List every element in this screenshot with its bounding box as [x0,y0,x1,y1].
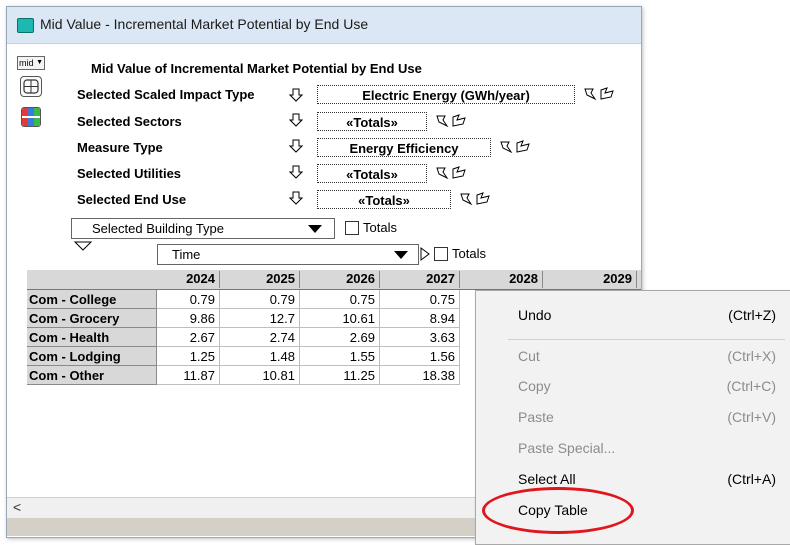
measure-type-label: Measure Type [77,140,163,155]
window-title: Mid Value - Incremental Market Potential… [40,16,369,32]
menu-item-paste-special[interactable]: Paste Special... [518,440,615,456]
context-menu: Undo (Ctrl+Z) Cut (Ctrl+X) Copy (Ctrl+C)… [475,290,790,545]
table-cell[interactable]: 0.75 [300,290,380,309]
chevron-down-icon: ▼ [36,59,43,66]
time-totals-checkbox[interactable] [434,247,448,261]
app-icon [17,18,34,33]
menu-item-undo[interactable]: Undo [518,307,551,323]
column-header[interactable]: 2025 [220,271,300,288]
mid-selector-value: mid [19,58,34,68]
utilities-value[interactable]: «Totals» [317,164,427,183]
column-header[interactable]: 2024 [157,271,220,288]
shortcut-paste: (Ctrl+V) [727,409,776,425]
end-use-value[interactable]: «Totals» [317,190,451,209]
table-view-icon[interactable] [20,76,42,97]
table-cell[interactable]: 2.67 [157,328,220,347]
building-type-select[interactable]: Selected Building Type [71,218,335,239]
menu-item-copy[interactable]: Copy [518,378,551,394]
mid-selector[interactable]: mid ▼ [17,56,45,70]
sectors-value[interactable]: «Totals» [317,112,427,131]
table-cell[interactable]: 1.55 [300,347,380,366]
table-cell[interactable]: 18.38 [380,366,460,385]
table-cell[interactable]: 8.94 [380,309,460,328]
flag-icons[interactable] [435,114,467,128]
column-header[interactable]: 2027 [380,271,460,288]
table-cell[interactable]: 0.79 [220,290,300,309]
panel-title: Mid Value of Incremental Market Potentia… [91,61,422,76]
table-cell[interactable]: 10.61 [300,309,380,328]
row-header[interactable]: Com - Health [27,328,157,347]
shortcut-select-all: (Ctrl+A) [727,471,776,487]
table-cell[interactable]: 11.25 [300,366,380,385]
table-cell[interactable]: 2.74 [220,328,300,347]
title-bar[interactable]: Mid Value - Incremental Market Potential… [7,7,641,44]
column-header[interactable]: 2029 [543,271,637,288]
chevron-down-icon [394,251,408,259]
pivot-arrow-icon[interactable] [420,247,430,261]
menu-item-copy-table[interactable]: Copy Table [518,502,588,518]
table-cell[interactable]: 10.81 [220,366,300,385]
flag-icons[interactable] [459,192,491,206]
row-header[interactable]: Com - Grocery [27,309,157,328]
utilities-label: Selected Utilities [77,166,182,181]
building-totals-checkbox[interactable] [345,221,359,235]
time-totals-label: Totals [452,246,486,261]
scaled-impact-label: Selected Scaled Impact Type [77,87,255,102]
menu-separator [508,339,785,340]
measure-type-value[interactable]: Energy Efficiency [317,138,491,157]
down-arrow-icon[interactable] [289,165,303,179]
down-arrow-icon[interactable] [289,139,303,153]
shortcut-cut: (Ctrl+X) [727,348,776,364]
row-header[interactable]: Com - College [27,290,157,309]
table-cell[interactable]: 0.75 [380,290,460,309]
column-header[interactable]: 2028 [460,271,543,288]
scaled-impact-value[interactable]: Electric Energy (GWh/year) [317,85,575,104]
column-header[interactable]: 2026 [300,271,380,288]
table-cell[interactable]: 3.63 [380,328,460,347]
table-cell[interactable]: 2.69 [300,328,380,347]
building-type-value: Selected Building Type [92,221,225,236]
down-arrow-icon[interactable] [289,191,303,205]
shortcut-copy: (Ctrl+C) [726,378,776,394]
table-cell[interactable]: 1.48 [220,347,300,366]
row-header[interactable]: Com - Lodging [27,347,157,366]
table-cell[interactable]: 9.86 [157,309,220,328]
down-arrow-icon[interactable] [289,113,303,127]
graph-view-icon[interactable] [21,107,41,127]
table-cell[interactable]: 1.56 [380,347,460,366]
building-totals-label: Totals [363,220,397,235]
menu-item-select-all[interactable]: Select All [518,471,576,487]
table-cell[interactable]: 1.25 [157,347,220,366]
flag-icons[interactable] [499,140,531,154]
down-arrow-icon[interactable] [289,88,303,102]
time-select[interactable]: Time [157,244,419,265]
end-use-label: Selected End Use [77,192,187,207]
table-header: 2024 2025 2026 2027 2028 2029 [27,270,641,290]
flag-icons[interactable] [583,87,615,101]
sectors-label: Selected Sectors [77,114,182,129]
menu-item-paste[interactable]: Paste [518,409,554,425]
row-header[interactable]: Com - Other [27,366,157,385]
flag-icons[interactable] [435,166,467,180]
table-cell[interactable]: 11.87 [157,366,220,385]
pivot-arrow-icon[interactable] [73,241,93,251]
shortcut-undo: (Ctrl+Z) [728,307,776,323]
time-select-value: Time [172,247,201,262]
table-cell[interactable]: 12.7 [220,309,300,328]
scroll-left-icon[interactable]: < [13,499,21,515]
chevron-down-icon [308,225,322,233]
table-cell[interactable]: 0.79 [157,290,220,309]
menu-item-cut[interactable]: Cut [518,348,540,364]
